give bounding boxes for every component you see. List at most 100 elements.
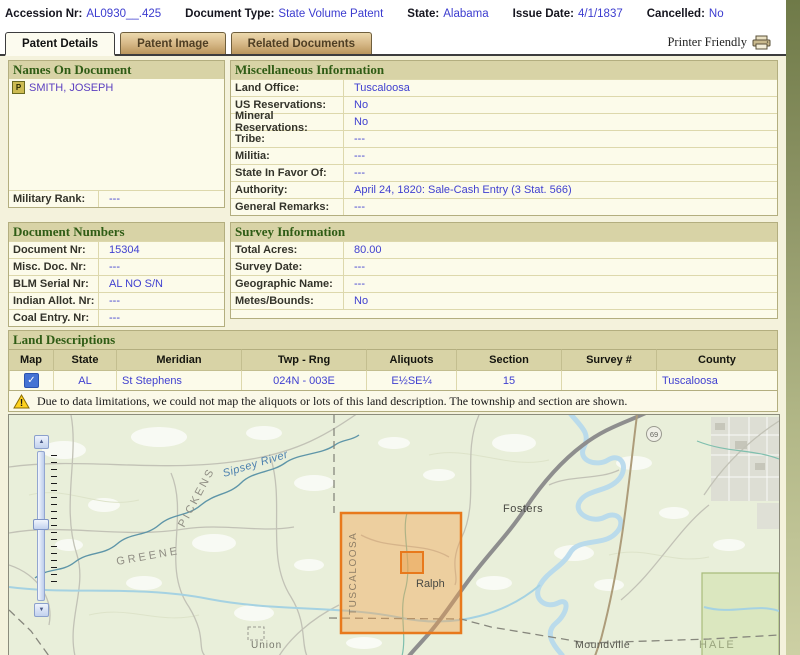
tribe-label: Tribe: [231, 131, 344, 147]
document-numbers-panel: Document Numbers Document Nr: 15304 Misc… [8, 222, 225, 327]
township-map[interactable]: 69 Sipsey River PICKENS GREENE TUSCALOOS… [8, 414, 780, 655]
names-list: P SMITH, JOSEPH [9, 79, 224, 190]
empty-row [231, 309, 777, 326]
cancelled-value: No [708, 8, 724, 20]
accession-number-field: Accession Nr: AL0930__.425 [5, 8, 161, 20]
highway-69-label: 69 [650, 430, 658, 439]
survey-date-row: Survey Date: --- [231, 258, 777, 275]
printer-friendly-link[interactable]: Printer Friendly [667, 35, 772, 50]
militia-label: Militia: [231, 148, 344, 164]
col-header-state: State [53, 349, 116, 370]
document-type-value: State Volume Patent [278, 8, 384, 20]
page-background-band [786, 0, 800, 655]
militia-row: Militia: --- [231, 147, 777, 164]
total-acres-value: 80.00 [354, 244, 382, 256]
col-header-section: Section [456, 349, 561, 370]
geographic-name-row: Geographic Name: --- [231, 275, 777, 292]
tab-related-documents[interactable]: Related Documents [230, 32, 372, 54]
cancelled-field: Cancelled: No [647, 8, 724, 20]
survey-information-title: Survey Information [231, 223, 777, 241]
land-descriptions-table: Map State Meridian Twp - Rng Aliquots Se… [9, 349, 777, 391]
zoom-in-button[interactable]: ▲ [34, 435, 49, 449]
record-summary-header: Accession Nr: AL0930__.425 Document Type… [0, 0, 786, 28]
cancelled-label: Cancelled: [646, 8, 705, 20]
printer-icon [752, 35, 771, 49]
us-reservations-value: No [354, 99, 369, 111]
accession-number-label: Accession Nr: [5, 8, 83, 20]
tab-patent-details[interactable]: Patent Details [5, 32, 116, 56]
zoom-out-icon: ▼ [38, 607, 45, 613]
col-header-survey-nr: Survey # [561, 349, 656, 370]
metes-bounds-label: Metes/Bounds: [231, 293, 344, 309]
hale-county-label: HALE [699, 639, 736, 651]
general-remarks-label: General Remarks: [231, 199, 344, 215]
land-descriptions-title: Land Descriptions [9, 331, 777, 349]
tab-patent-image[interactable]: Patent Image [120, 32, 226, 54]
state-label: State: [407, 8, 440, 20]
land-office-row: Land Office: Tuscaloosa [231, 79, 777, 96]
col-header-aliquots: Aliquots [366, 349, 456, 370]
cell-survey-nr [561, 370, 656, 391]
cell-section: 15 [456, 370, 561, 391]
printer-friendly-label: Printer Friendly [667, 34, 747, 49]
military-rank-row: Military Rank: --- [9, 190, 224, 207]
document-numbers-title: Document Numbers [9, 223, 224, 241]
survey-date-value: --- [354, 261, 365, 273]
survey-date-label: Survey Date: [231, 259, 344, 275]
col-header-twp-rng: Twp - Rng [241, 349, 366, 370]
accession-number-value: AL0930__.425 [86, 8, 162, 20]
map-checkbox[interactable]: ✓ [24, 372, 39, 388]
patentee-name: SMITH, JOSEPH [29, 81, 114, 94]
miscellaneous-information-panel: Miscellaneous Information Land Office: T… [230, 60, 778, 216]
zoom-out-button[interactable]: ▼ [34, 603, 49, 617]
zoom-slider-handle[interactable] [33, 519, 49, 530]
zoom-slider-ticks [51, 455, 57, 588]
fosters-town-label: Fosters [503, 503, 543, 515]
section-highlight [400, 551, 424, 574]
general-remarks-row: General Remarks: --- [231, 198, 777, 215]
patentee-link[interactable]: P SMITH, JOSEPH [12, 81, 221, 94]
map-zoom-control[interactable]: ▲ ▼ [33, 435, 59, 621]
state-in-favor-value: --- [354, 167, 365, 179]
authority-label: Authority: [231, 182, 344, 198]
military-rank-label: Military Rank: [9, 191, 99, 207]
names-on-document-panel: Names On Document P SMITH, JOSEPH Milita… [8, 60, 225, 208]
zoom-in-icon: ▲ [38, 439, 45, 445]
metes-bounds-row: Metes/Bounds: No [231, 292, 777, 309]
map-limitation-warning: ! Due to data limitations, we could not … [8, 390, 778, 412]
tribe-value: --- [354, 133, 365, 145]
cell-aliquots: E½SE¼ [366, 370, 456, 391]
document-nr-row: Document Nr: 15304 [9, 241, 224, 258]
mineral-reservations-value: No [354, 116, 369, 128]
survey-information-panel: Survey Information Total Acres: 80.00 Su… [230, 222, 778, 319]
tab-bar: Patent Details Patent Image Related Docu… [0, 30, 786, 56]
cell-meridian: St Stephens [116, 370, 241, 391]
land-office-value: Tuscaloosa [354, 82, 410, 94]
union-town-label: Union [251, 640, 282, 651]
content-area: Names On Document P SMITH, JOSEPH Milita… [0, 56, 786, 655]
cell-county: Tuscaloosa [656, 370, 777, 391]
authority-row: Authority: April 24, 1820: Sale-Cash Ent… [231, 181, 777, 198]
issue-date-field: Issue Date: 4/1/1837 [513, 8, 623, 20]
land-descriptions-panel: Land Descriptions Map State Meridian Twp… [8, 330, 778, 392]
miscellaneous-information-title: Miscellaneous Information [231, 61, 777, 79]
military-rank-value: --- [109, 193, 120, 205]
tribe-row: Tribe: --- [231, 130, 777, 147]
blm-serial-nr-label: BLM Serial Nr: [9, 276, 99, 292]
warning-text: Due to data limitations, we could not ma… [37, 393, 628, 408]
total-acres-row: Total Acres: 80.00 [231, 241, 777, 258]
cell-map: ✓ [9, 370, 53, 391]
state-in-favor-label: State In Favor Of: [231, 165, 344, 181]
highway-69-shield: 69 [646, 426, 662, 442]
state-value: Alabama [443, 8, 489, 20]
issue-date-label: Issue Date: [512, 8, 574, 20]
ralph-town-label: Ralph [416, 578, 445, 590]
moundville-town-label: Moundville [575, 639, 630, 651]
general-remarks-value: --- [354, 201, 365, 213]
patentee-icon: P [12, 81, 25, 94]
land-office-label: Land Office: [231, 80, 344, 96]
col-header-map: Map [9, 349, 53, 370]
mineral-reservations-label: Mineral Reservations: [231, 110, 344, 134]
state-field: State: Alabama [407, 8, 488, 20]
blm-serial-nr-row: BLM Serial Nr: AL NO S/N [9, 275, 224, 292]
